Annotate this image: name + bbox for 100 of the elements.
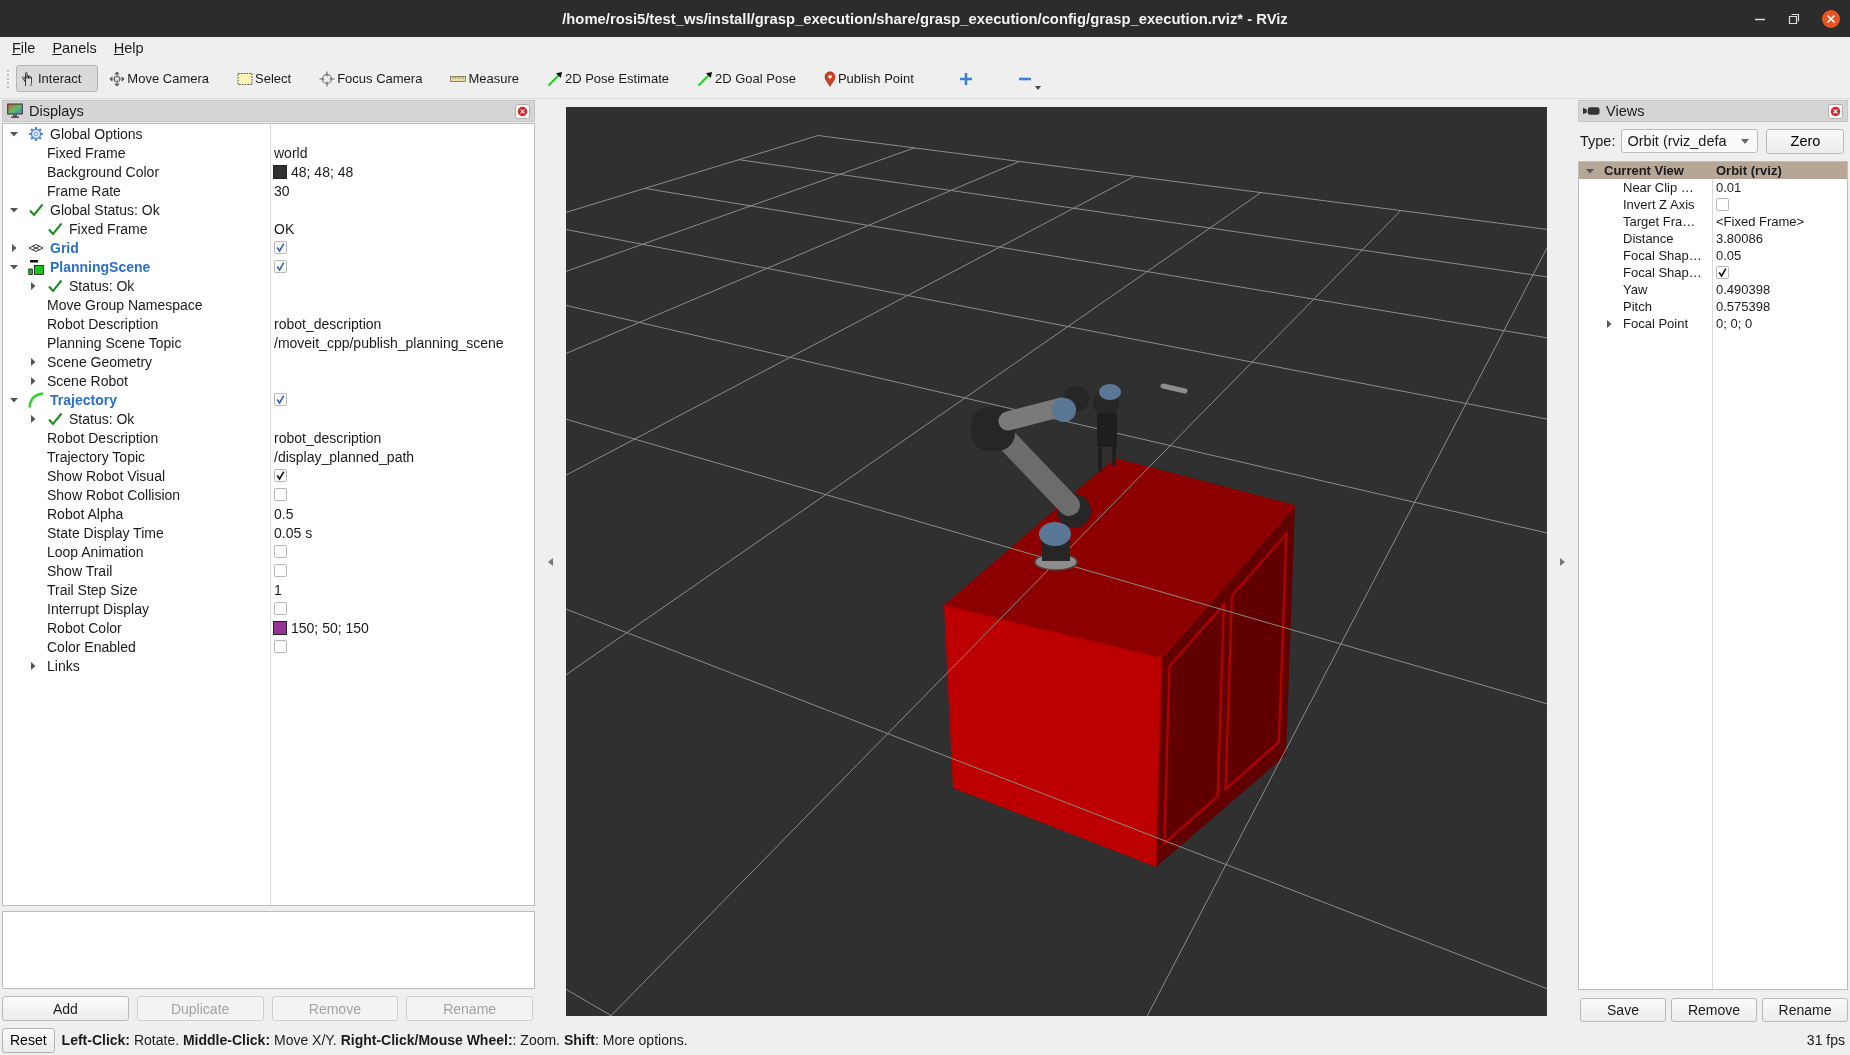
- fps-counter: 31 fps: [1806, 1032, 1845, 1048]
- property-name[interactable]: Scene Geometry: [47, 353, 153, 370]
- panel-button[interactable]: Add: [2, 996, 129, 1021]
- reset-button[interactable]: Reset: [2, 1027, 55, 1053]
- property-name[interactable]: Interrupt Display: [47, 600, 149, 617]
- status-label[interactable]: Fixed Frame: [69, 220, 148, 237]
- display-name[interactable]: Trajectory: [50, 391, 117, 408]
- category-label[interactable]: Current View: [1604, 163, 1684, 178]
- plus-icon: [958, 72, 973, 86]
- property-name[interactable]: Loop Animation: [47, 543, 144, 560]
- property-name[interactable]: State Display Time: [47, 524, 164, 541]
- check-icon: [47, 410, 63, 427]
- checkbox[interactable]: [274, 564, 287, 577]
- property-name[interactable]: Trajectory Topic: [47, 448, 146, 465]
- right-triangle-icon[interactable]: [1560, 558, 1565, 566]
- tool-button[interactable]: Interact: [16, 65, 99, 92]
- property-name[interactable]: Pitch: [1623, 299, 1652, 314]
- property-name[interactable]: Robot Color: [47, 619, 122, 636]
- property-name[interactable]: Frame Rate: [47, 182, 121, 199]
- checkbox[interactable]: [274, 241, 287, 254]
- expand-arrow-icon[interactable]: [29, 661, 37, 670]
- checkbox[interactable]: [1716, 198, 1729, 211]
- checkbox[interactable]: [274, 469, 287, 482]
- property-name[interactable]: Background Color: [47, 163, 160, 180]
- expand-arrow-icon[interactable]: [1586, 166, 1594, 175]
- expand-arrow-icon[interactable]: [10, 395, 18, 404]
- panel-button[interactable]: Save: [1580, 998, 1666, 1022]
- status-label[interactable]: Global Status: Ok: [50, 201, 160, 218]
- menu-item[interactable]: File: [11, 40, 37, 56]
- tool-button[interactable]: Select: [233, 65, 309, 92]
- tool-button[interactable]: 2D Pose Estimate: [542, 65, 686, 92]
- property-name[interactable]: Scene Robot: [47, 372, 128, 389]
- tool-button[interactable]: Focus Camera: [315, 65, 440, 92]
- property-name[interactable]: Fixed Frame: [47, 144, 126, 161]
- panel-button[interactable]: Rename: [1762, 998, 1848, 1022]
- property-value: robot_description: [274, 315, 382, 332]
- property-name[interactable]: Near Clip …: [1623, 180, 1694, 195]
- monitor-icon: [7, 103, 23, 119]
- expand-arrow-icon[interactable]: [29, 414, 37, 423]
- property-name[interactable]: Target Fra…: [1623, 214, 1696, 229]
- property-value: Orbit (rviz): [1716, 163, 1782, 178]
- property-name[interactable]: Focal Shap…: [1623, 265, 1702, 280]
- dashed-rectangle-icon: [237, 70, 253, 87]
- display-name[interactable]: PlanningScene: [50, 258, 151, 275]
- tool-button[interactable]: 2D Goal Pose: [693, 65, 813, 92]
- display-name[interactable]: Grid: [50, 239, 79, 256]
- expand-arrow-icon[interactable]: [29, 281, 37, 290]
- property-name[interactable]: Color Enabled: [47, 638, 136, 655]
- left-triangle-icon[interactable]: [548, 558, 553, 566]
- property-name[interactable]: Trail Step Size: [47, 581, 138, 598]
- expand-arrow-icon[interactable]: [29, 357, 37, 366]
- checkbox[interactable]: [274, 602, 287, 615]
- property-name[interactable]: Links: [47, 657, 80, 674]
- property-name[interactable]: Focal Point: [1623, 316, 1689, 331]
- grip-handle-icon[interactable]: [6, 68, 10, 89]
- property-name[interactable]: Show Robot Visual: [47, 467, 166, 484]
- property-name[interactable]: Distance: [1623, 231, 1674, 246]
- checkbox[interactable]: [274, 640, 287, 653]
- property-name[interactable]: Yaw: [1623, 282, 1648, 297]
- expand-arrow-icon[interactable]: [10, 243, 18, 252]
- property-name[interactable]: Invert Z Axis: [1623, 197, 1695, 212]
- status-label[interactable]: Status: Ok: [69, 410, 135, 427]
- diagonal-arrow-icon: [697, 70, 713, 87]
- expand-arrow-icon[interactable]: [10, 205, 18, 214]
- expand-arrow-icon[interactable]: [10, 262, 18, 271]
- group-label[interactable]: Global Options: [50, 125, 143, 142]
- checkbox[interactable]: [274, 488, 287, 501]
- property-value: world: [274, 144, 308, 161]
- view-type-dropdown[interactable]: Orbit (rviz_defa: [1621, 129, 1759, 153]
- tool-button[interactable]: Publish Point: [819, 65, 931, 92]
- tool-button[interactable]: Measure: [446, 65, 536, 92]
- checkbox[interactable]: [1716, 266, 1729, 279]
- expand-arrow-icon[interactable]: [10, 129, 18, 138]
- property-name[interactable]: Show Robot Collision: [47, 486, 181, 503]
- check-icon: [28, 201, 44, 218]
- property-name[interactable]: Planning Scene Topic: [47, 334, 182, 351]
- expand-arrow-icon[interactable]: [29, 376, 37, 385]
- close-icon[interactable]: [1822, 10, 1840, 28]
- property-name[interactable]: Robot Description: [47, 429, 159, 446]
- status-label[interactable]: Status: Ok: [69, 277, 135, 294]
- panel-button[interactable]: Remove: [1671, 998, 1757, 1022]
- property-value: 3.80086: [1716, 231, 1763, 246]
- checkbox[interactable]: [274, 545, 287, 558]
- checkbox[interactable]: [274, 260, 287, 273]
- expand-arrow-icon[interactable]: [1605, 319, 1613, 328]
- property-name[interactable]: Robot Description: [47, 315, 159, 332]
- menu-item[interactable]: Help: [112, 40, 145, 56]
- property-name[interactable]: Show Trail: [47, 562, 113, 579]
- category-row[interactable]: Current View Orbit (rviz): [1579, 162, 1847, 179]
- tool-button[interactable]: Move Camera: [105, 65, 226, 92]
- property-name[interactable]: Robot Alpha: [47, 505, 124, 522]
- property-name[interactable]: Move Group Namespace: [47, 296, 203, 313]
- caret-icon: [1034, 86, 1041, 90]
- menu-item[interactable]: Panels: [51, 40, 98, 56]
- zero-button[interactable]: Zero: [1766, 128, 1845, 154]
- property-value: 0.01: [1716, 180, 1742, 195]
- checkbox[interactable]: [274, 393, 287, 406]
- maximize-icon[interactable]: [1788, 13, 1800, 25]
- property-name[interactable]: Focal Shap…: [1623, 248, 1702, 263]
- property-value: /moveit_cpp/publish_planning_scene: [274, 334, 504, 351]
